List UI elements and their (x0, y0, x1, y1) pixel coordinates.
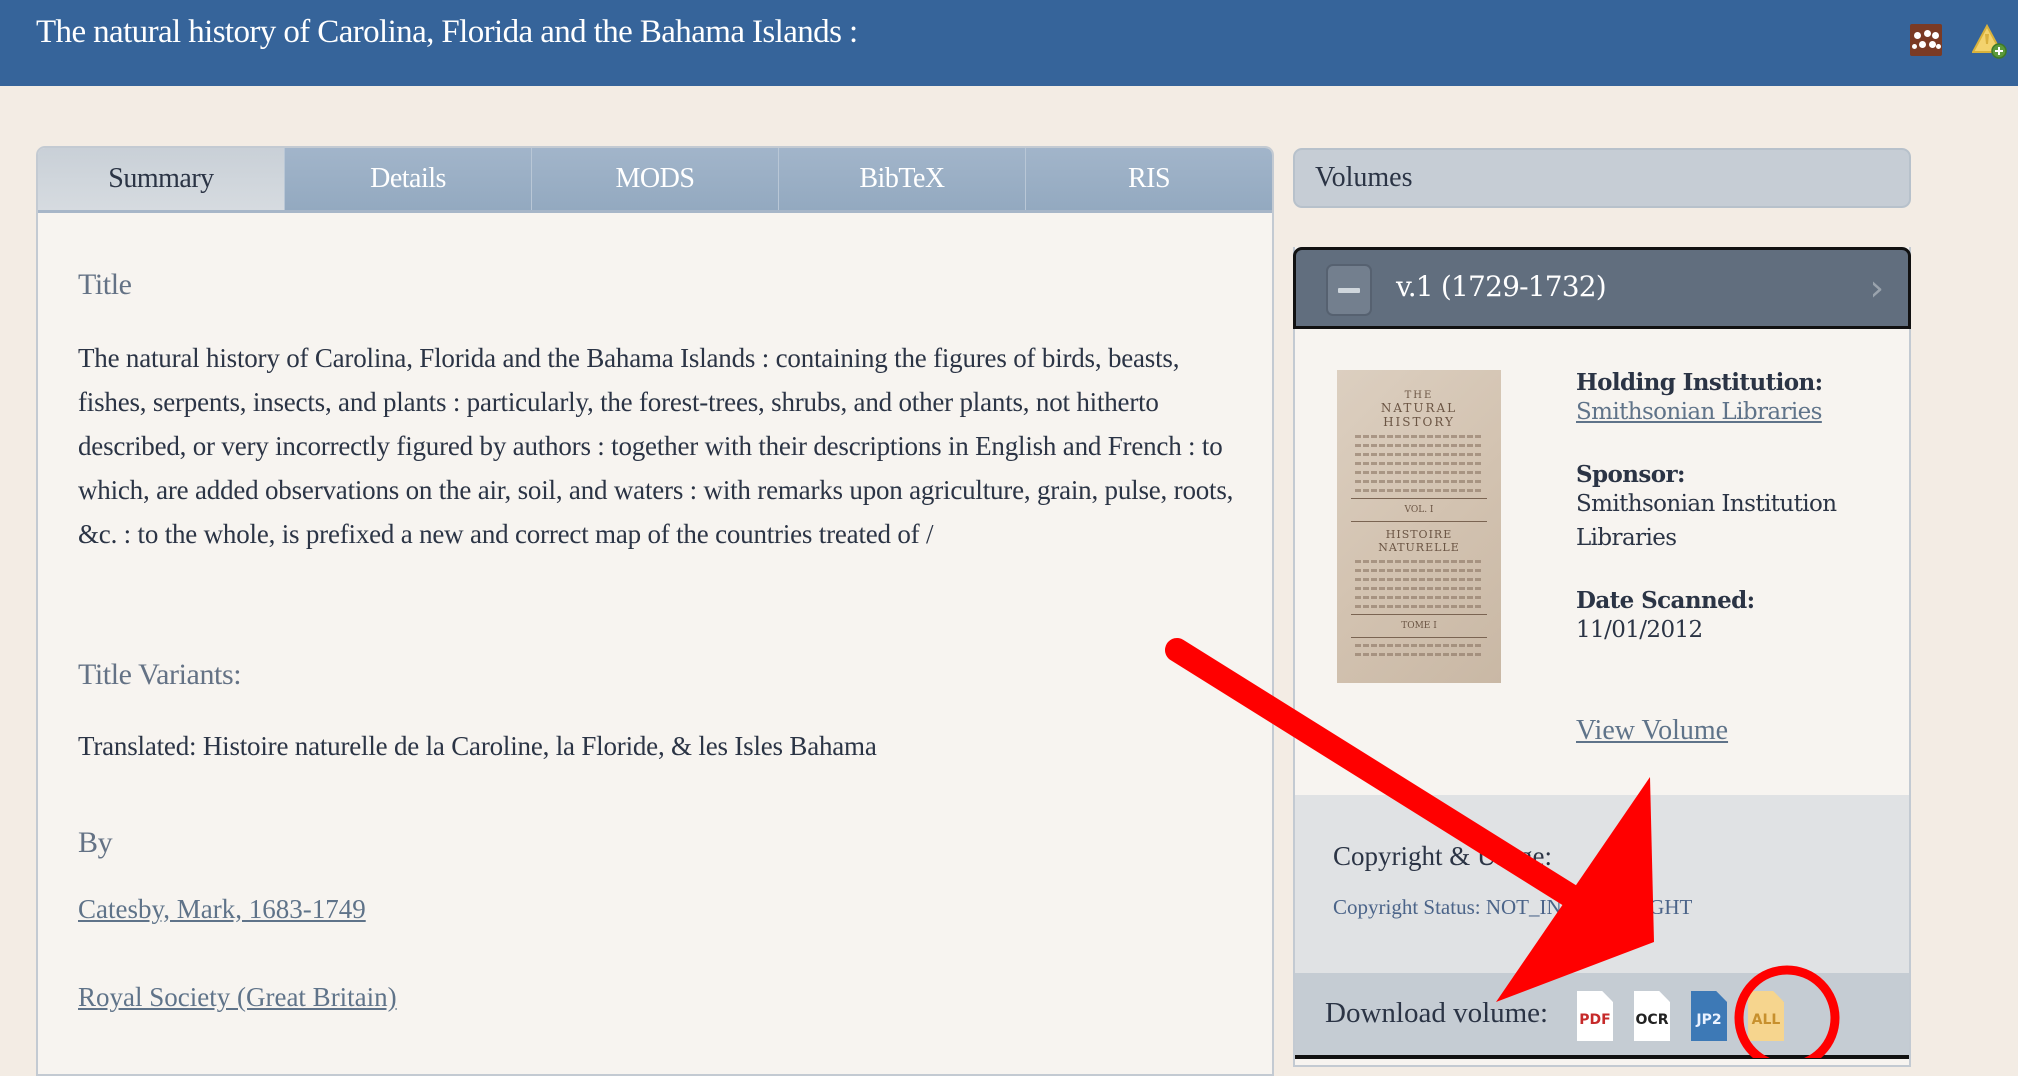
record-panel: Summary Details MODS BibTeX RIS Title Th… (36, 146, 1274, 1076)
sponsor-label: Sponsor: (1576, 461, 1685, 488)
copyright-label: Copyright & Usage: (1333, 841, 1552, 871)
tab-summary[interactable]: Summary (38, 148, 284, 210)
date-scanned-label: Date Scanned: (1576, 587, 1755, 614)
ocr-file-icon[interactable]: OCR (1634, 991, 1670, 1041)
copyright-section: Copyright & Usage: Copyright Status: NOT… (1295, 795, 1909, 973)
title-variant: Translated: Histoire naturelle de la Car… (78, 731, 877, 761)
full-title: The natural history of Carolina, Florida… (78, 343, 1234, 549)
tab-details[interactable]: Details (284, 148, 531, 210)
chevron-right-icon[interactable]: › (1870, 268, 1884, 309)
by-heading: By (78, 826, 113, 859)
thumbnail-text: NATURAL HISTORY (1380, 401, 1458, 429)
page-header: The natural history of Carolina, Florida… (0, 0, 2018, 86)
author-link[interactable]: Royal Society (Great Britain) (78, 982, 397, 1013)
record-tabs: Summary Details MODS BibTeX RIS (38, 148, 1272, 213)
all-files-icon[interactable]: ALL (1748, 991, 1784, 1041)
volume-header[interactable]: v.1 (1729-1732) › (1293, 247, 1911, 329)
download-bar: Download volume: PDF OCR JP2 ALL (1295, 973, 1909, 1059)
view-volume-link[interactable]: View Volume (1576, 715, 1728, 747)
thumbnail-text: THE (1404, 390, 1434, 401)
page-title: The natural history of Carolina, Florida… (36, 14, 858, 50)
holding-institution-label: Holding Institution: (1576, 369, 1823, 396)
title-variants-heading: Title Variants: (78, 658, 242, 691)
jp2-file-icon[interactable]: JP2 (1691, 991, 1727, 1041)
tab-bibtex[interactable]: BibTeX (778, 148, 1025, 210)
holding-institution-link[interactable]: Smithsonian Libraries (1576, 399, 1822, 425)
minus-icon[interactable] (1326, 264, 1372, 316)
zotero-icon[interactable] (1971, 23, 2007, 59)
volume-panel: v.1 (1729-1732) › THE NATURAL HISTORY VO… (1293, 247, 1911, 1067)
volume-title[interactable]: v.1 (1729-1732) (1396, 270, 1607, 303)
sponsor-value: Smithsonian Institution Libraries (1576, 491, 1837, 551)
thumbnail-text: TOME I (1401, 621, 1437, 631)
title-heading: Title (78, 268, 132, 301)
mendeley-icon[interactable] (1910, 24, 1942, 56)
download-label: Download volume: (1325, 997, 1549, 1029)
pdf-file-icon[interactable]: PDF (1577, 991, 1613, 1041)
volumes-heading: Volumes (1315, 162, 1413, 193)
copyright-status: Copyright Status: NOT_IN_COPYRIGHT (1333, 895, 1693, 919)
thumbnail-text: VOL. I (1404, 505, 1434, 515)
author-link[interactable]: Catesby, Mark, 1683-1749 (78, 894, 366, 925)
tab-ris[interactable]: RIS (1025, 148, 1272, 210)
tab-mods[interactable]: MODS (531, 148, 778, 210)
volume-thumbnail[interactable]: THE NATURAL HISTORY VOL. I HISTOIRE NATU… (1337, 370, 1501, 683)
thumbnail-text: HISTOIRE NATURELLE (1378, 528, 1460, 554)
volumes-section-header: Volumes (1293, 148, 1911, 208)
date-scanned-value: 11/01/2012 (1576, 617, 1703, 643)
